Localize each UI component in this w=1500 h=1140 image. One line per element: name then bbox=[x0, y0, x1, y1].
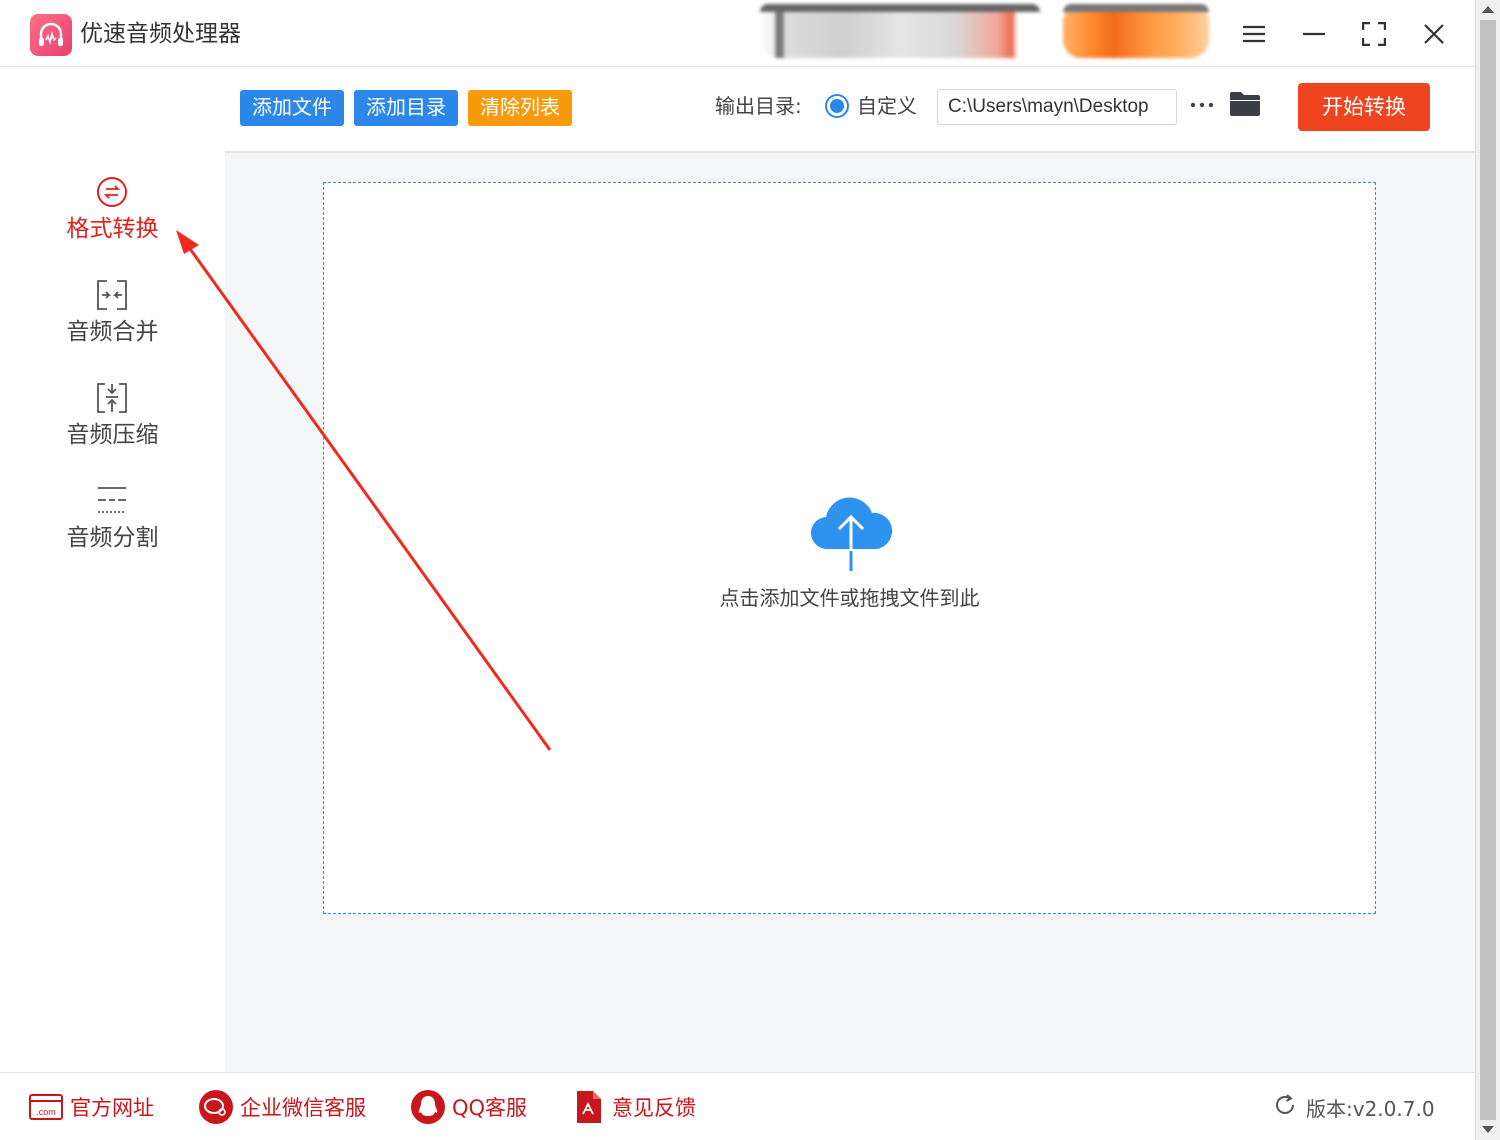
clear-list-button[interactable]: 清除列表 bbox=[468, 90, 572, 126]
sidebar-item-format-convert[interactable]: 格式转换 bbox=[0, 175, 225, 267]
start-convert-button[interactable]: 开始转换 bbox=[1298, 83, 1430, 131]
cloud-upload-icon bbox=[806, 493, 896, 573]
menu-icon[interactable] bbox=[1236, 16, 1272, 52]
toolbar: 添加文件 添加目录 清除列表 输出目录: 自定义 C:\Users\mayn\D… bbox=[225, 68, 1475, 153]
wechat-icon bbox=[198, 1089, 234, 1125]
title-bar: 优速音频处理器 bbox=[0, 0, 1475, 67]
scroll-down-icon[interactable] bbox=[1482, 1126, 1494, 1133]
vertical-scrollbar[interactable] bbox=[1475, 0, 1500, 1140]
sidebar-item-label: 音频压缩 bbox=[66, 422, 159, 448]
sidebar-item-label: 音频合并 bbox=[66, 319, 159, 345]
drop-hint-text: 点击添加文件或拖拽文件到此 bbox=[719, 586, 980, 610]
main-panel: 添加文件 添加目录 清除列表 输出目录: 自定义 C:\Users\mayn\D… bbox=[225, 68, 1475, 1072]
open-folder-icon[interactable] bbox=[1229, 90, 1263, 120]
close-icon[interactable] bbox=[1416, 16, 1452, 52]
sidebar-item-label: 格式转换 bbox=[66, 216, 159, 242]
blurred-account-area bbox=[760, 4, 1040, 58]
official-website-label: 官方网址 bbox=[70, 1096, 154, 1120]
merge-icon bbox=[95, 278, 129, 312]
version-info[interactable]: 版本:v2.0.7.0 bbox=[1272, 1091, 1435, 1123]
feedback-label: 意见反馈 bbox=[612, 1096, 696, 1120]
feedback-icon bbox=[570, 1089, 606, 1125]
footer-bar: .com 官方网址 企业微信客服 QQ客服 意见反馈 版本:v2.0.7.0 bbox=[0, 1072, 1475, 1140]
output-path-field[interactable]: C:\Users\mayn\Desktop bbox=[937, 89, 1177, 125]
output-dir-label: 输出目录: bbox=[715, 94, 802, 118]
qq-service-label: QQ客服 bbox=[452, 1096, 528, 1120]
compress-icon bbox=[95, 381, 129, 415]
qq-icon bbox=[410, 1089, 446, 1125]
svg-text:.com: .com bbox=[36, 1107, 56, 1117]
add-file-button[interactable]: 添加文件 bbox=[240, 90, 344, 126]
blurred-vip-badge bbox=[1063, 4, 1209, 58]
wechat-service-label: 企业微信客服 bbox=[240, 1096, 366, 1120]
convert-icon bbox=[95, 175, 129, 209]
app-title: 优速音频处理器 bbox=[80, 21, 241, 47]
fullscreen-icon[interactable] bbox=[1356, 16, 1392, 52]
app-logo-icon bbox=[30, 14, 72, 56]
file-drop-zone[interactable]: 点击添加文件或拖拽文件到此 bbox=[323, 182, 1376, 914]
wechat-service-link[interactable]: 企业微信客服 bbox=[198, 1089, 366, 1125]
version-label: 版本:v2.0.7.0 bbox=[1306, 1096, 1435, 1121]
sidebar: 格式转换 音频合并 音频压缩 音频分割 bbox=[0, 68, 225, 1072]
sidebar-item-audio-compress[interactable]: 音频压缩 bbox=[0, 381, 225, 473]
more-options-button[interactable] bbox=[1187, 90, 1217, 120]
qq-service-link[interactable]: QQ客服 bbox=[410, 1089, 527, 1125]
feedback-link[interactable]: 意见反馈 bbox=[570, 1089, 696, 1125]
refresh-icon bbox=[1272, 1092, 1298, 1122]
add-folder-button[interactable]: 添加目录 bbox=[354, 90, 458, 126]
sidebar-item-audio-merge[interactable]: 音频合并 bbox=[0, 278, 225, 370]
sidebar-item-label: 音频分割 bbox=[66, 525, 159, 551]
split-icon bbox=[95, 484, 129, 518]
official-website-link[interactable]: .com 官方网址 bbox=[28, 1089, 154, 1125]
custom-output-label[interactable]: 自定义 bbox=[857, 91, 917, 121]
website-icon: .com bbox=[28, 1089, 64, 1125]
scroll-thumb[interactable] bbox=[1480, 20, 1496, 1120]
sidebar-item-audio-split[interactable]: 音频分割 bbox=[0, 484, 225, 576]
scroll-up-icon[interactable] bbox=[1482, 6, 1494, 13]
custom-output-radio[interactable] bbox=[825, 94, 849, 118]
minimize-icon[interactable] bbox=[1296, 16, 1332, 52]
